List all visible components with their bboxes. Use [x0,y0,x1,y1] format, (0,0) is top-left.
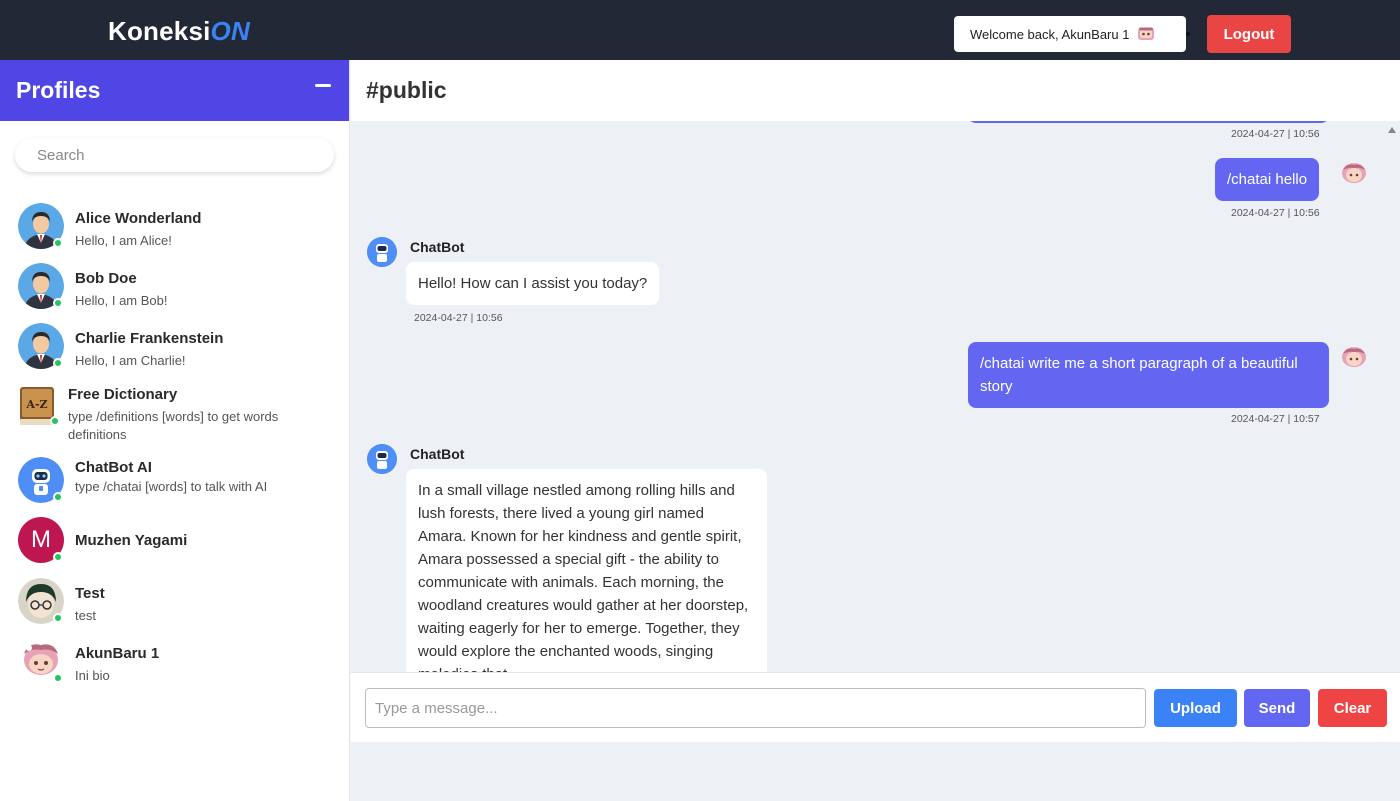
minimize-icon[interactable] [315,84,331,87]
upload-button[interactable]: Upload [1154,689,1237,727]
message-composer: Upload Send Clear [351,672,1400,742]
profiles-sidebar: Profiles Alice Wonderland Hello, I am [0,60,350,801]
top-navbar: KoneksiON Welcome back, AkunBaru 1 Logou… [0,0,1400,60]
my-message-bubble: /chatai write me a short paragraph of a … [968,342,1329,408]
profile-bio: type /definitions [words] to get words d… [68,409,279,442]
sidebar-title: Profiles [16,77,101,103]
profile-bio: Hello, I am Alice! [75,233,172,248]
message-timestamp: 2024-04-27 | 10:56 [414,312,503,324]
profile-item[interactable]: Charlie Frankenstein Hello, I am Charlie… [18,323,325,370]
profile-name: Test [75,585,105,602]
profile-bio: test [75,608,96,623]
scrollbar[interactable] [1386,121,1400,672]
my-message-bubble: /chatai hello [1215,158,1320,201]
welcome-badge: Welcome back, AkunBaru 1 [954,16,1186,52]
chat-header: #public [351,60,1400,121]
profile-item[interactable]: Alice Wonderland Hello, I am Alice! [18,203,325,250]
message-timestamp: 2024-04-27 | 10:56 [1231,207,1320,219]
sender-name: ChatBot [410,239,465,255]
pink-character-icon [1342,347,1366,367]
message-list[interactable]: 2024-04-27 | 10:56 /chatai hello 2024-04… [351,121,1400,672]
robot-icon [367,237,397,267]
profile-name: Bob Doe [75,270,137,287]
profile-item[interactable]: ChatBot AI type /chatai [words] to talk … [18,457,325,503]
brand-logo: KoneksiON [108,16,250,47]
sidebar-header: Profiles [0,60,349,121]
search-wrapper [0,121,349,172]
profile-name: Free Dictionary [68,386,178,403]
profile-item[interactable]: M Muzhen Yagami [18,517,187,563]
online-indicator [53,238,63,248]
pink-character-icon [1342,163,1366,183]
my-message-bubble [968,121,1329,123]
svg-text:A-Z: A-Z [25,398,47,411]
profile-name: Alice Wonderland [75,210,202,227]
bot-message-bubble: Hello! How can I assist you today? [406,262,660,305]
profile-bio: Hello, I am Bob! [75,293,168,308]
profile-name: Charlie Frankenstein [75,330,224,347]
profile-name: ChatBot AI [75,459,152,476]
online-indicator [53,358,63,368]
bot-message-bubble: In a small village nestled among rolling… [406,469,767,672]
profile-item[interactable]: AkunBaru 1 Ini bio [18,638,325,685]
message-input[interactable] [365,688,1146,728]
profile-item[interactable]: A-Z Free Dictionary type /definitions [w… [18,381,318,444]
online-indicator [53,673,63,683]
message-timestamp: 2024-04-27 | 10:56 [1231,128,1320,140]
logout-button[interactable]: Logout [1207,15,1291,53]
profile-item[interactable]: Test test [18,578,325,625]
avatar [18,638,64,684]
sender-name: ChatBot [410,446,465,462]
robot-icon [367,444,397,474]
brand-suffix: ON [210,16,250,46]
pink-character-icon [1138,27,1155,40]
avatar: A-Z [18,381,60,427]
chat-footer-space [351,742,1400,801]
send-button[interactable]: Send [1244,689,1310,727]
brand-prefix: Koneksi [108,16,211,46]
online-indicator [50,416,60,426]
online-indicator [53,552,63,562]
avatar [18,263,64,309]
profile-name: AkunBaru 1 [75,645,160,662]
avatar [18,457,64,503]
avatar [18,203,64,249]
search-input[interactable] [15,138,334,172]
profile-name: Muzhen Yagami [75,532,188,549]
welcome-text: Welcome back, AkunBaru 1 [970,26,1130,42]
profile-bio: type /chatai [words] to talk with AI [75,479,268,494]
avatar [18,578,64,624]
scroll-up-arrow-icon[interactable] [1388,127,1396,133]
message-timestamp: 2024-04-27 | 10:57 [1231,413,1320,425]
clear-button[interactable]: Clear [1318,689,1387,727]
avatar [18,323,64,369]
profile-bio: Hello, I am Charlie! [75,353,186,368]
online-indicator [53,613,63,623]
profile-item[interactable]: Bob Doe Hello, I am Bob! [18,263,325,310]
separator-dot [1186,32,1190,36]
avatar: M [18,517,64,563]
online-indicator [53,298,63,308]
online-indicator [53,492,63,502]
channel-title: #public [366,77,447,103]
profile-bio: Ini bio [75,668,110,683]
